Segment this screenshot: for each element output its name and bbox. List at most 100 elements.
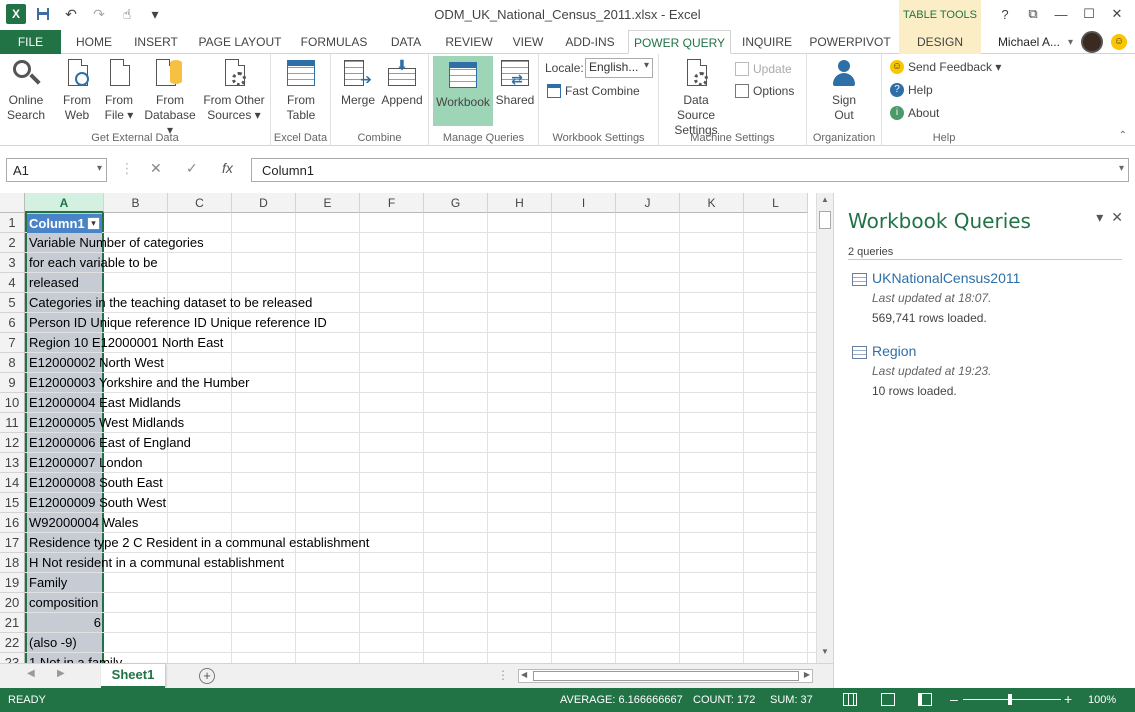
send-feedback-button[interactable]: ☺ Send Feedback ▾ [890, 60, 1001, 74]
cell-value[interactable]: E12000003 Yorkshire and the Humber [29, 373, 249, 393]
tab-inquire[interactable]: INQUIRE [736, 30, 798, 54]
row-header[interactable]: 15 [0, 493, 25, 513]
column-header-d[interactable]: D [232, 193, 296, 213]
sheet-prev-icon[interactable]: ◀ [27, 668, 35, 679]
enter-icon[interactable]: ✓ [186, 160, 198, 177]
row-header[interactable]: 19 [0, 573, 25, 593]
cell-value[interactable]: 6 [27, 613, 101, 633]
row-header[interactable]: 3 [0, 253, 25, 273]
column-header-f[interactable]: F [360, 193, 424, 213]
about-button[interactable]: i About [890, 106, 939, 120]
vertical-scrollbar[interactable]: ▲ ▼ [816, 193, 833, 663]
name-box[interactable]: A1 [6, 158, 107, 182]
column-header-l[interactable]: L [744, 193, 808, 213]
row-header[interactable]: 22 [0, 633, 25, 653]
query-name[interactable]: Region [872, 343, 916, 359]
cell-value[interactable]: released [29, 273, 79, 293]
cell-value[interactable]: W92000004 Wales [29, 513, 138, 533]
options-button[interactable]: Options [735, 84, 794, 98]
zoom-slider-thumb[interactable] [1008, 694, 1012, 705]
cell-value[interactable]: E12000009 South West [29, 493, 166, 513]
row-header[interactable]: 16 [0, 513, 25, 533]
row-header[interactable]: 17 [0, 533, 25, 553]
row-header[interactable]: 10 [0, 393, 25, 413]
query-name[interactable]: UKNationalCensus2011 [872, 270, 1020, 286]
row-header[interactable]: 5 [0, 293, 25, 313]
pane-close-icon[interactable]: ✕ [1111, 209, 1123, 226]
zoom-in-icon[interactable]: + [1064, 691, 1072, 707]
cell-value[interactable]: Region 10 E12000001 North East [29, 333, 223, 353]
row-header[interactable]: 11 [0, 413, 25, 433]
zoom-level[interactable]: 100% [1088, 694, 1116, 706]
row-header[interactable]: 8 [0, 353, 25, 373]
cell-value[interactable]: Residence type 2 C Resident in a communa… [29, 533, 369, 553]
from-web-button[interactable]: From Web [56, 58, 98, 123]
cell-value[interactable]: E12000005 West Midlands [29, 413, 184, 433]
column-header-j[interactable]: J [616, 193, 680, 213]
row-header[interactable]: 4 [0, 273, 25, 293]
insert-function-icon[interactable]: fx [222, 160, 233, 176]
zoom-out-icon[interactable]: – [950, 691, 958, 707]
row-header[interactable]: 13 [0, 453, 25, 473]
user-name[interactable]: Michael A... [998, 35, 1060, 49]
cell-value[interactable]: 1 Not in a family [29, 653, 122, 663]
cell-value[interactable]: E12000008 South East [29, 473, 163, 493]
online-search-button[interactable]: Online Search [4, 58, 48, 123]
row-header[interactable]: 2 [0, 233, 25, 253]
row-header[interactable]: 18 [0, 553, 25, 573]
update-button[interactable]: Update [735, 62, 792, 76]
zoom-slider-track[interactable] [963, 699, 1061, 700]
column-header-k[interactable]: K [680, 193, 744, 213]
scroll-thumb[interactable] [819, 211, 831, 229]
scroll-right-icon[interactable]: ▶ [804, 670, 810, 679]
horizontal-scroll-thumb[interactable] [533, 671, 799, 681]
scroll-left-icon[interactable]: ◀ [521, 670, 527, 679]
user-menu-chevron-icon[interactable]: ▾ [1068, 37, 1073, 48]
cell-value[interactable]: for each variable to be [29, 253, 158, 273]
column-header-c[interactable]: C [168, 193, 232, 213]
sign-out-button[interactable]: Sign Out [823, 58, 865, 123]
row-header[interactable]: 21 [0, 613, 25, 633]
tab-review[interactable]: REVIEW [438, 30, 500, 54]
locale-dropdown[interactable]: English... [585, 58, 653, 78]
cell-value[interactable]: H Not resident in a communal establishme… [29, 553, 284, 573]
tab-data[interactable]: DATA [380, 30, 432, 54]
tab-page-layout[interactable]: PAGE LAYOUT [192, 30, 288, 54]
row-header[interactable]: 9 [0, 373, 25, 393]
cell-value[interactable]: E12000004 East Midlands [29, 393, 181, 413]
row-header[interactable]: 23 [0, 653, 25, 663]
from-table-button[interactable]: From Table [279, 58, 323, 123]
tab-formulas[interactable]: FORMULAS [294, 30, 374, 54]
pane-options-chevron-icon[interactable]: ▾ [1096, 209, 1103, 226]
maximize-icon[interactable]: ☐ [1077, 4, 1101, 24]
data-source-settings-button[interactable]: Data Source Settings [663, 58, 729, 138]
table-header-cell[interactable]: Column1 ▾ [27, 214, 102, 233]
add-sheet-icon[interactable]: + [199, 668, 215, 684]
cell-value[interactable]: E12000006 East of England [29, 433, 191, 453]
page-layout-view-icon[interactable] [881, 693, 895, 706]
column-header-e[interactable]: E [296, 193, 360, 213]
scroll-up-icon[interactable]: ▲ [817, 195, 833, 209]
workbook-queries-button[interactable]: Workbook [433, 56, 493, 126]
help-button[interactable]: ? Help [890, 83, 933, 97]
tab-split-grip-icon[interactable]: ⋮ [497, 668, 509, 682]
merge-button[interactable]: ➔ Merge [337, 58, 379, 108]
formula-input[interactable]: Column1 [251, 158, 1129, 182]
worksheet-grid[interactable]: ABCDEFGHIJKL 1 2 3 4 5 6 7 8 9 10 11 12 13 14 15 16 17 18… [0, 193, 816, 663]
tab-home[interactable]: HOME [66, 30, 122, 54]
normal-view-icon[interactable] [843, 693, 857, 706]
select-all-corner[interactable] [0, 193, 25, 213]
tab-insert[interactable]: INSERT [126, 30, 186, 54]
scroll-down-icon[interactable]: ▼ [817, 647, 833, 661]
tab-powerpivot[interactable]: POWERPIVOT [804, 30, 896, 54]
avatar[interactable] [1081, 31, 1103, 53]
tab-file[interactable]: FILE [0, 30, 61, 54]
column-header-h[interactable]: H [488, 193, 552, 213]
cell-value[interactable]: Categories in the teaching dataset to be… [29, 293, 312, 313]
smiley-feedback-icon[interactable]: ☺ [1111, 34, 1127, 50]
row-header[interactable]: 1 [0, 213, 25, 233]
column-header-b[interactable]: B [104, 193, 168, 213]
sheet-next-icon[interactable]: ▶ [57, 668, 65, 679]
horizontal-scrollbar[interactable]: ◀ ▶ [518, 669, 813, 683]
cell-value[interactable]: (also -9) [29, 633, 77, 653]
